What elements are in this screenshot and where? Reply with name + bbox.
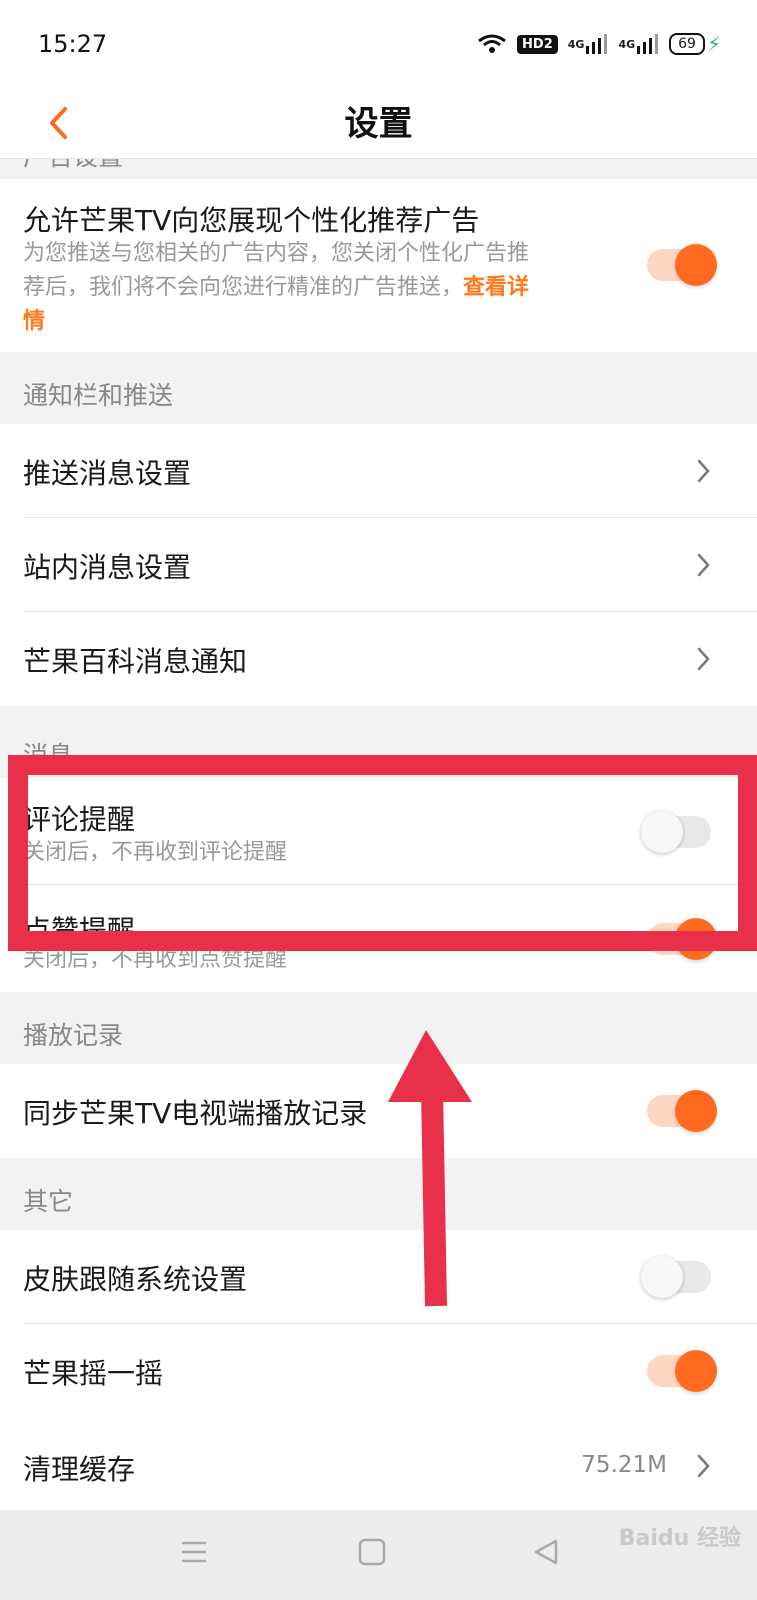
nav-bar: 设置 bbox=[0, 90, 757, 159]
page-title: 设置 bbox=[344, 104, 413, 144]
battery-icon: 69 ⚡ bbox=[669, 32, 721, 56]
chevron-right-icon bbox=[697, 1454, 710, 1478]
view-details-link-cont[interactable]: 情 bbox=[23, 309, 45, 334]
status-time: 15:27 bbox=[38, 30, 108, 58]
playback-card: 同步芒果TV电视端播放记录 bbox=[0, 1064, 757, 1158]
signal-icon-2: 4G bbox=[618, 34, 659, 54]
highlight-box-annotation bbox=[8, 755, 757, 951]
cache-size: 75.21M bbox=[581, 1452, 667, 1478]
chevron-left-icon bbox=[50, 107, 67, 139]
section-header-playback: 播放记录 bbox=[0, 992, 757, 1064]
home-icon[interactable] bbox=[358, 1538, 386, 1566]
menu-icon[interactable] bbox=[180, 1538, 208, 1566]
row-inbox-settings[interactable]: 站内消息设置 bbox=[0, 518, 757, 612]
status-bar: 15:27 HD2 4G 4G 69 ⚡ bbox=[0, 0, 757, 90]
row-shake: 芒果摇一摇 bbox=[0, 1324, 757, 1418]
signal-icon: 4G bbox=[568, 34, 609, 54]
ads-toggle[interactable] bbox=[647, 244, 717, 286]
row-skin-follow-system: 皮肤跟随系统设置 bbox=[0, 1230, 757, 1324]
ads-row-title: 允许芒果TV向您展现个性化推荐广告 bbox=[23, 204, 480, 237]
ads-card: 允许芒果TV向您展现个性化推荐广告 为您推送与您相关的广告内容，您关闭个性化广告… bbox=[0, 179, 757, 352]
back-triangle-icon[interactable] bbox=[532, 1538, 560, 1566]
notify-card: 推送消息设置 站内消息设置 芒果百科消息通知 bbox=[0, 424, 757, 706]
arrow-up-annotation bbox=[388, 1030, 472, 1307]
section-header-notify: 通知栏和推送 bbox=[0, 352, 757, 424]
hd-voice-badge: HD2 bbox=[517, 34, 558, 54]
row-push-settings[interactable]: 推送消息设置 bbox=[0, 424, 757, 518]
chevron-right-icon bbox=[697, 553, 710, 577]
charging-icon: ⚡ bbox=[706, 32, 721, 56]
section-header-other: 其它 bbox=[0, 1158, 757, 1230]
view-details-link[interactable]: 查看详 bbox=[463, 275, 529, 300]
row-clear-cache[interactable]: 清理缓存 75.21M bbox=[0, 1418, 757, 1510]
chevron-right-icon bbox=[697, 459, 710, 483]
back-button[interactable] bbox=[36, 98, 80, 148]
watermark: Baidu 经验 bbox=[618, 1526, 741, 1551]
wifi-icon bbox=[477, 33, 507, 55]
skin-follow-toggle[interactable] bbox=[641, 1256, 711, 1298]
row-wiki-notify[interactable]: 芒果百科消息通知 bbox=[0, 612, 757, 706]
ads-row-desc: 为您推送与您相关的广告内容，您关闭个性化广告推 荐后，我们将不会向您进行精准的广… bbox=[23, 241, 530, 334]
row-sync-history: 同步芒果TV电视端播放记录 bbox=[0, 1064, 757, 1158]
status-icons: HD2 4G 4G 69 ⚡ bbox=[477, 32, 721, 56]
sync-history-toggle[interactable] bbox=[647, 1090, 717, 1132]
shake-toggle[interactable] bbox=[647, 1350, 717, 1392]
chevron-right-icon bbox=[697, 647, 710, 671]
section-header-ads: 广告设置 bbox=[0, 159, 757, 179]
other-card: 皮肤跟随系统设置 芒果摇一摇 清理缓存 75.21M bbox=[0, 1230, 757, 1510]
